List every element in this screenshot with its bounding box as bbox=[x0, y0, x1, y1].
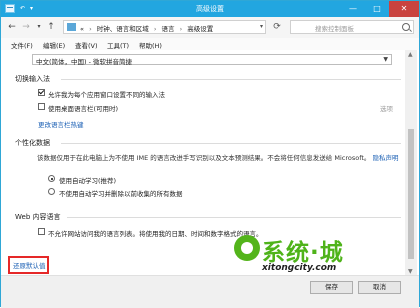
desktop-language-bar-checkbox[interactable] bbox=[38, 103, 45, 110]
site-watermark: 系统·城 xitongcity.com bbox=[234, 231, 409, 281]
per-app-input-method-label[interactable]: 允许我为每个应用窗口设置不同的输入法 bbox=[48, 89, 165, 99]
back-arrow-icon[interactable]: ← bbox=[6, 21, 18, 33]
menu-edit[interactable]: 编辑(E) bbox=[43, 40, 65, 50]
advanced-settings-window: ↶ ▾ 高级设置 — □ ✕ ← → ▾ ↑ « › 时钟、语言和区域 › 语言… bbox=[0, 0, 420, 308]
selected-input-method: 中文(简体，中国) - 微软拼音简捷 bbox=[36, 58, 133, 66]
search-input[interactable]: 搜索控制面板 bbox=[290, 20, 414, 34]
breadcrumb-advanced-settings[interactable]: 高级设置 bbox=[187, 25, 213, 33]
menu-file[interactable]: 文件(F) bbox=[11, 40, 33, 50]
personalization-description: 该数据仅用于在此电脑上为不使用 IME 的语言改进手写识别以及文本预测结果。不会… bbox=[37, 153, 402, 163]
breadcrumb-separator[interactable]: › bbox=[180, 25, 183, 33]
personalization-heading: 个性化数据 bbox=[15, 139, 50, 147]
watermark-url: xitongcity.com bbox=[262, 263, 337, 273]
menu-tools[interactable]: 工具(T) bbox=[107, 40, 129, 50]
breadcrumb-path: « › 时钟、语言和区域 › 语言 › 高级设置 bbox=[80, 23, 213, 33]
menu-help[interactable]: 帮助(H) bbox=[139, 40, 162, 50]
web-content-language-heading: Web 内容语言 bbox=[15, 213, 61, 221]
breadcrumb[interactable]: « › 时钟、语言和区域 › 语言 › 高级设置 ▾ bbox=[63, 20, 266, 34]
recent-locations-dropdown-icon[interactable]: ▾ bbox=[33, 21, 45, 33]
minimize-button[interactable]: — bbox=[341, 1, 365, 17]
restore-defaults-link[interactable]: 还原默认值 bbox=[13, 260, 46, 270]
desktop-language-bar-label[interactable]: 使用桌面语言栏(可用时) bbox=[48, 103, 118, 113]
menu-bar: 文件(F) 编辑(E) 查看(V) 工具(T) 帮助(H) bbox=[1, 38, 419, 50]
web-language-list-checkbox[interactable] bbox=[38, 228, 45, 235]
no-auto-learning-label[interactable]: 不使用自动学习并删除以前收集的所有数据 bbox=[59, 188, 183, 198]
per-app-input-method-checkbox[interactable] bbox=[38, 89, 45, 96]
no-auto-learning-radio[interactable] bbox=[48, 188, 55, 195]
breadcrumb-separator[interactable]: › bbox=[89, 25, 92, 33]
divider bbox=[61, 79, 401, 80]
scroll-up-icon[interactable]: ▲ bbox=[408, 51, 413, 58]
divider bbox=[67, 217, 401, 218]
personalization-text: 该数据仅用于在此电脑上为不使用 IME 的语言改进手写识别以及文本预测结果。不会… bbox=[37, 154, 371, 162]
forward-arrow-icon[interactable]: → bbox=[20, 21, 32, 33]
control-panel-folder-icon bbox=[67, 23, 76, 31]
address-bar: ← → ▾ ↑ « › 时钟、语言和区域 › 语言 › 高级设置 ▾ ⟳ 搜索控… bbox=[1, 17, 419, 39]
address-dropdown-icon[interactable]: ▾ bbox=[260, 23, 263, 30]
auto-learning-label[interactable]: 使用自动学习(推荐) bbox=[59, 175, 116, 185]
watermark-logo-icon bbox=[234, 235, 260, 261]
search-icon[interactable] bbox=[402, 23, 410, 31]
switch-input-methods-heading: 切换输入法 bbox=[15, 75, 50, 83]
breadcrumb-language[interactable]: 语言 bbox=[162, 25, 175, 33]
default-input-method-select[interactable]: 中文(简体，中国) - 微软拼音简捷 ▼ bbox=[32, 54, 392, 66]
breadcrumb-separator[interactable]: › bbox=[154, 25, 157, 33]
privacy-statement-link[interactable]: 隐私声明 bbox=[373, 154, 399, 162]
search-placeholder: 搜索控制面板 bbox=[315, 25, 354, 33]
divider bbox=[61, 143, 401, 144]
chevron-down-icon: ▼ bbox=[383, 56, 388, 63]
breadcrumb-clock-language-region[interactable]: 时钟、语言和区域 bbox=[97, 25, 149, 33]
watermark-text: 系统·城 bbox=[262, 240, 344, 266]
close-button[interactable]: ✕ bbox=[389, 1, 419, 17]
web-language-list-label[interactable]: 不允许网站访问我的语言列表。将使用我的日期、时间和数字格式的语言。 bbox=[48, 228, 263, 238]
maximize-button[interactable]: □ bbox=[365, 1, 389, 17]
save-button[interactable]: 保存 bbox=[310, 281, 353, 294]
cancel-button[interactable]: 取消 bbox=[358, 281, 401, 294]
change-hotkeys-link[interactable]: 更改语言栏热键 bbox=[38, 119, 84, 129]
breadcrumb-overflow[interactable]: « bbox=[80, 25, 84, 33]
menu-view[interactable]: 查看(V) bbox=[75, 40, 98, 50]
up-arrow-icon[interactable]: ↑ bbox=[45, 21, 57, 33]
title-bar: ↶ ▾ 高级设置 — □ ✕ bbox=[1, 1, 419, 17]
refresh-icon[interactable]: ⟳ bbox=[272, 22, 282, 32]
options-link[interactable]: 选项 bbox=[380, 103, 393, 113]
auto-learning-radio[interactable] bbox=[48, 175, 55, 182]
